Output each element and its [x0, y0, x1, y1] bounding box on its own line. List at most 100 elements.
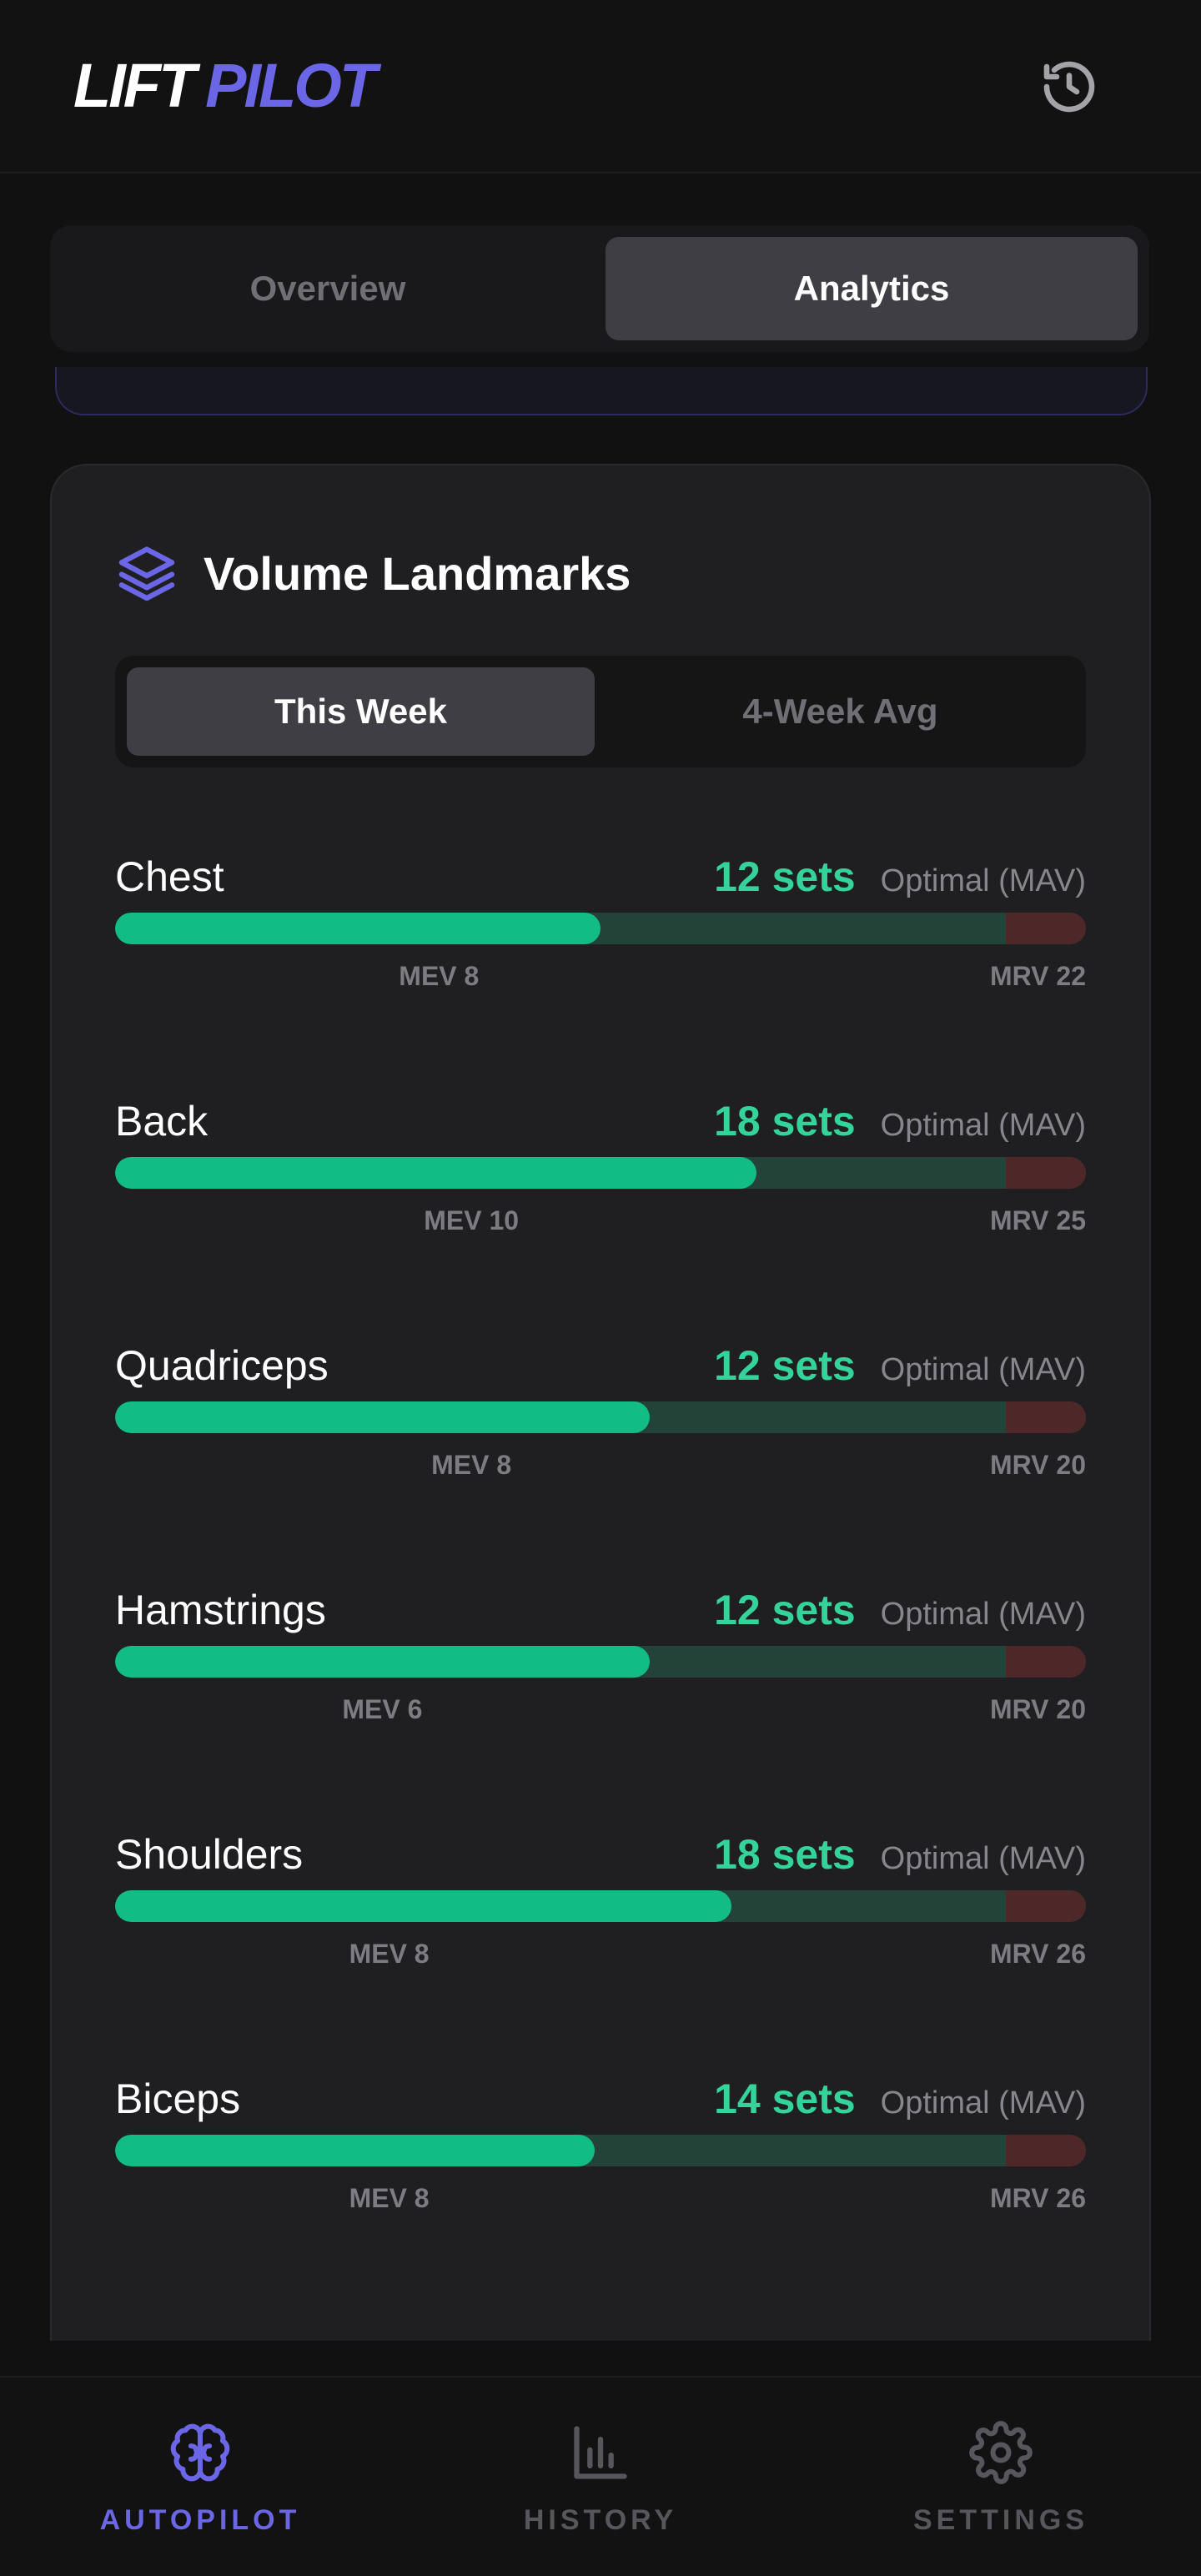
muscle-name: Quadriceps: [115, 1342, 329, 1389]
volume-bar: [115, 1157, 1086, 1189]
over-mrv-zone: [1005, 1157, 1086, 1189]
app-root: LIFT PILOT Overview Analytics Volume Land…: [0, 0, 1201, 2576]
landmark-labels: MEV 8 MRV 26: [115, 1930, 1086, 1980]
mrv-label: MRV 20: [989, 1450, 1086, 1480]
volume-fill: [115, 913, 601, 944]
muscle-row-biceps: Biceps 14 sets Optimal (MAV) MEV 8 MRV 2…: [115, 2068, 1086, 2312]
muscle-stats: 18 sets Optimal (MAV): [714, 1097, 1086, 1145]
zone-label: Optimal (MAV): [880, 1108, 1086, 1143]
muscle-row-hamstrings: Hamstrings 12 sets Optimal (MAV) MEV 6 M…: [115, 1579, 1086, 1824]
muscle-row-back: Back 18 sets Optimal (MAV) MEV 10 MRV 25: [115, 1090, 1086, 1335]
nav-autopilot[interactable]: AUTOPILOT: [75, 2419, 325, 2537]
nav-settings[interactable]: SETTINGS: [876, 2419, 1126, 2537]
volume-bar: [115, 1646, 1086, 1678]
gear-icon: [967, 2419, 1034, 2486]
history-icon: [1043, 61, 1095, 113]
volume-fill: [115, 1646, 650, 1678]
card-header: Volume Landmarks: [115, 536, 631, 611]
mrv-label: MRV 26: [989, 2183, 1086, 2213]
mev-label: MEV 8: [349, 2183, 430, 2213]
landmark-labels: MEV 8 MRV 20: [115, 1441, 1086, 1492]
view-tabs: Overview Analytics: [50, 225, 1149, 352]
over-mrv-zone: [1005, 1401, 1086, 1433]
mev-label: MEV 6: [342, 1694, 423, 1724]
muscle-name: Back: [115, 1098, 209, 1145]
tab-overview[interactable]: Overview: [62, 237, 594, 340]
muscle-header: Biceps 14 sets Optimal (MAV): [115, 2068, 1086, 2135]
over-mrv-zone: [1005, 1890, 1086, 1922]
mrv-label: MRV 25: [989, 1205, 1086, 1235]
muscle-header: Hamstrings 12 sets Optimal (MAV): [115, 1579, 1086, 1646]
period-this-week[interactable]: This Week: [127, 667, 595, 756]
muscle-name: Hamstrings: [115, 1587, 326, 1633]
nav-label-history: HISTORY: [523, 2504, 678, 2536]
landmark-labels: MEV 8 MRV 22: [115, 953, 1086, 1003]
muscle-header: Back 18 sets Optimal (MAV): [115, 1090, 1086, 1157]
muscle-stats: 12 sets Optimal (MAV): [714, 1586, 1086, 1634]
muscle-header: Chest 12 sets Optimal (MAV): [115, 846, 1086, 913]
mev-label: MEV 10: [424, 1205, 520, 1235]
history-button[interactable]: [1034, 52, 1104, 122]
previous-card-edge: [55, 367, 1148, 415]
muscle-stats: 14 sets Optimal (MAV): [714, 2075, 1086, 2123]
mev-label: MEV 8: [349, 1939, 430, 1969]
mev-label: MEV 8: [431, 1450, 512, 1480]
muscle-row-shoulders: Shoulders 18 sets Optimal (MAV) MEV 8 MR…: [115, 1824, 1086, 2068]
period-4-week-avg[interactable]: 4-Week Avg: [606, 667, 1074, 756]
zone-label: Optimal (MAV): [880, 2085, 1086, 2121]
muscle-name: Biceps: [115, 2075, 241, 2122]
over-mrv-zone: [1005, 1646, 1086, 1678]
sets-count: 18 sets: [714, 1831, 856, 1878]
mrv-label: MRV 20: [989, 1694, 1086, 1724]
sets-count: 14 sets: [714, 2075, 856, 2122]
over-mrv-zone: [1005, 913, 1086, 944]
muscle-row-quadriceps: Quadriceps 12 sets Optimal (MAV) MEV 8 M…: [115, 1335, 1086, 1579]
sets-count: 12 sets: [714, 853, 856, 900]
zone-label: Optimal (MAV): [880, 1597, 1086, 1632]
volume-fill: [115, 1890, 732, 1922]
nav-label-settings: SETTINGS: [912, 2504, 1089, 2536]
muscle-name: Shoulders: [115, 1831, 304, 1878]
muscle-stats: 12 sets Optimal (MAV): [714, 853, 1086, 901]
brain-icon: [167, 2419, 234, 2486]
muscle-header: Quadriceps 12 sets Optimal (MAV): [115, 1335, 1086, 1401]
period-toggle: This Week 4-Week Avg: [115, 656, 1086, 767]
volume-bar: [115, 1401, 1086, 1433]
volume-fill: [115, 2135, 595, 2166]
volume-bar: [115, 1890, 1086, 1922]
app-logo: LIFT PILOT: [73, 48, 377, 123]
sets-count: 12 sets: [714, 1342, 856, 1389]
nav-history[interactable]: HISTORY: [475, 2419, 726, 2537]
bottom-nav: AUTOPILOT HISTORY SETTINGS: [0, 2376, 1201, 2576]
mrv-label: MRV 22: [989, 961, 1086, 991]
zone-label: Optimal (MAV): [880, 1352, 1086, 1387]
muscle-name: Chest: [115, 853, 224, 900]
muscle-header: Shoulders 18 sets Optimal (MAV): [115, 1824, 1086, 1890]
volume-bar: [115, 913, 1086, 944]
nav-label-autopilot: AUTOPILOT: [99, 2504, 301, 2536]
volume-fill: [115, 1157, 756, 1189]
zone-label: Optimal (MAV): [880, 1841, 1086, 1876]
sets-count: 18 sets: [714, 1098, 856, 1145]
bar-chart-icon: [567, 2419, 634, 2486]
volume-fill: [115, 1401, 650, 1433]
landmark-labels: MEV 10 MRV 25: [115, 1197, 1086, 1247]
zone-label: Optimal (MAV): [880, 863, 1086, 898]
landmark-labels: MEV 6 MRV 20: [115, 1686, 1086, 1736]
layers-icon: [118, 546, 175, 601]
landmark-labels: MEV 8 MRV 26: [115, 2175, 1086, 2225]
volume-bar: [115, 2135, 1086, 2166]
tab-analytics[interactable]: Analytics: [606, 237, 1138, 340]
muscle-stats: 12 sets Optimal (MAV): [714, 1341, 1086, 1390]
card-title: Volume Landmarks: [204, 546, 631, 600]
sets-count: 12 sets: [714, 1587, 856, 1633]
over-mrv-zone: [1005, 2135, 1086, 2166]
muscle-row-chest: Chest 12 sets Optimal (MAV) MEV 8 MRV 22: [115, 846, 1086, 1090]
muscle-stats: 18 sets Optimal (MAV): [714, 1830, 1086, 1879]
mev-label: MEV 8: [399, 961, 480, 991]
volume-landmarks-card: Volume Landmarks This Week 4-Week Avg Ch…: [50, 464, 1151, 2341]
mrv-label: MRV 26: [989, 1939, 1086, 1969]
app-header: LIFT PILOT: [0, 0, 1201, 174]
logo-word-lift: LIFT: [73, 51, 196, 120]
muscle-list: Chest 12 sets Optimal (MAV) MEV 8 MRV 22: [115, 846, 1086, 2312]
